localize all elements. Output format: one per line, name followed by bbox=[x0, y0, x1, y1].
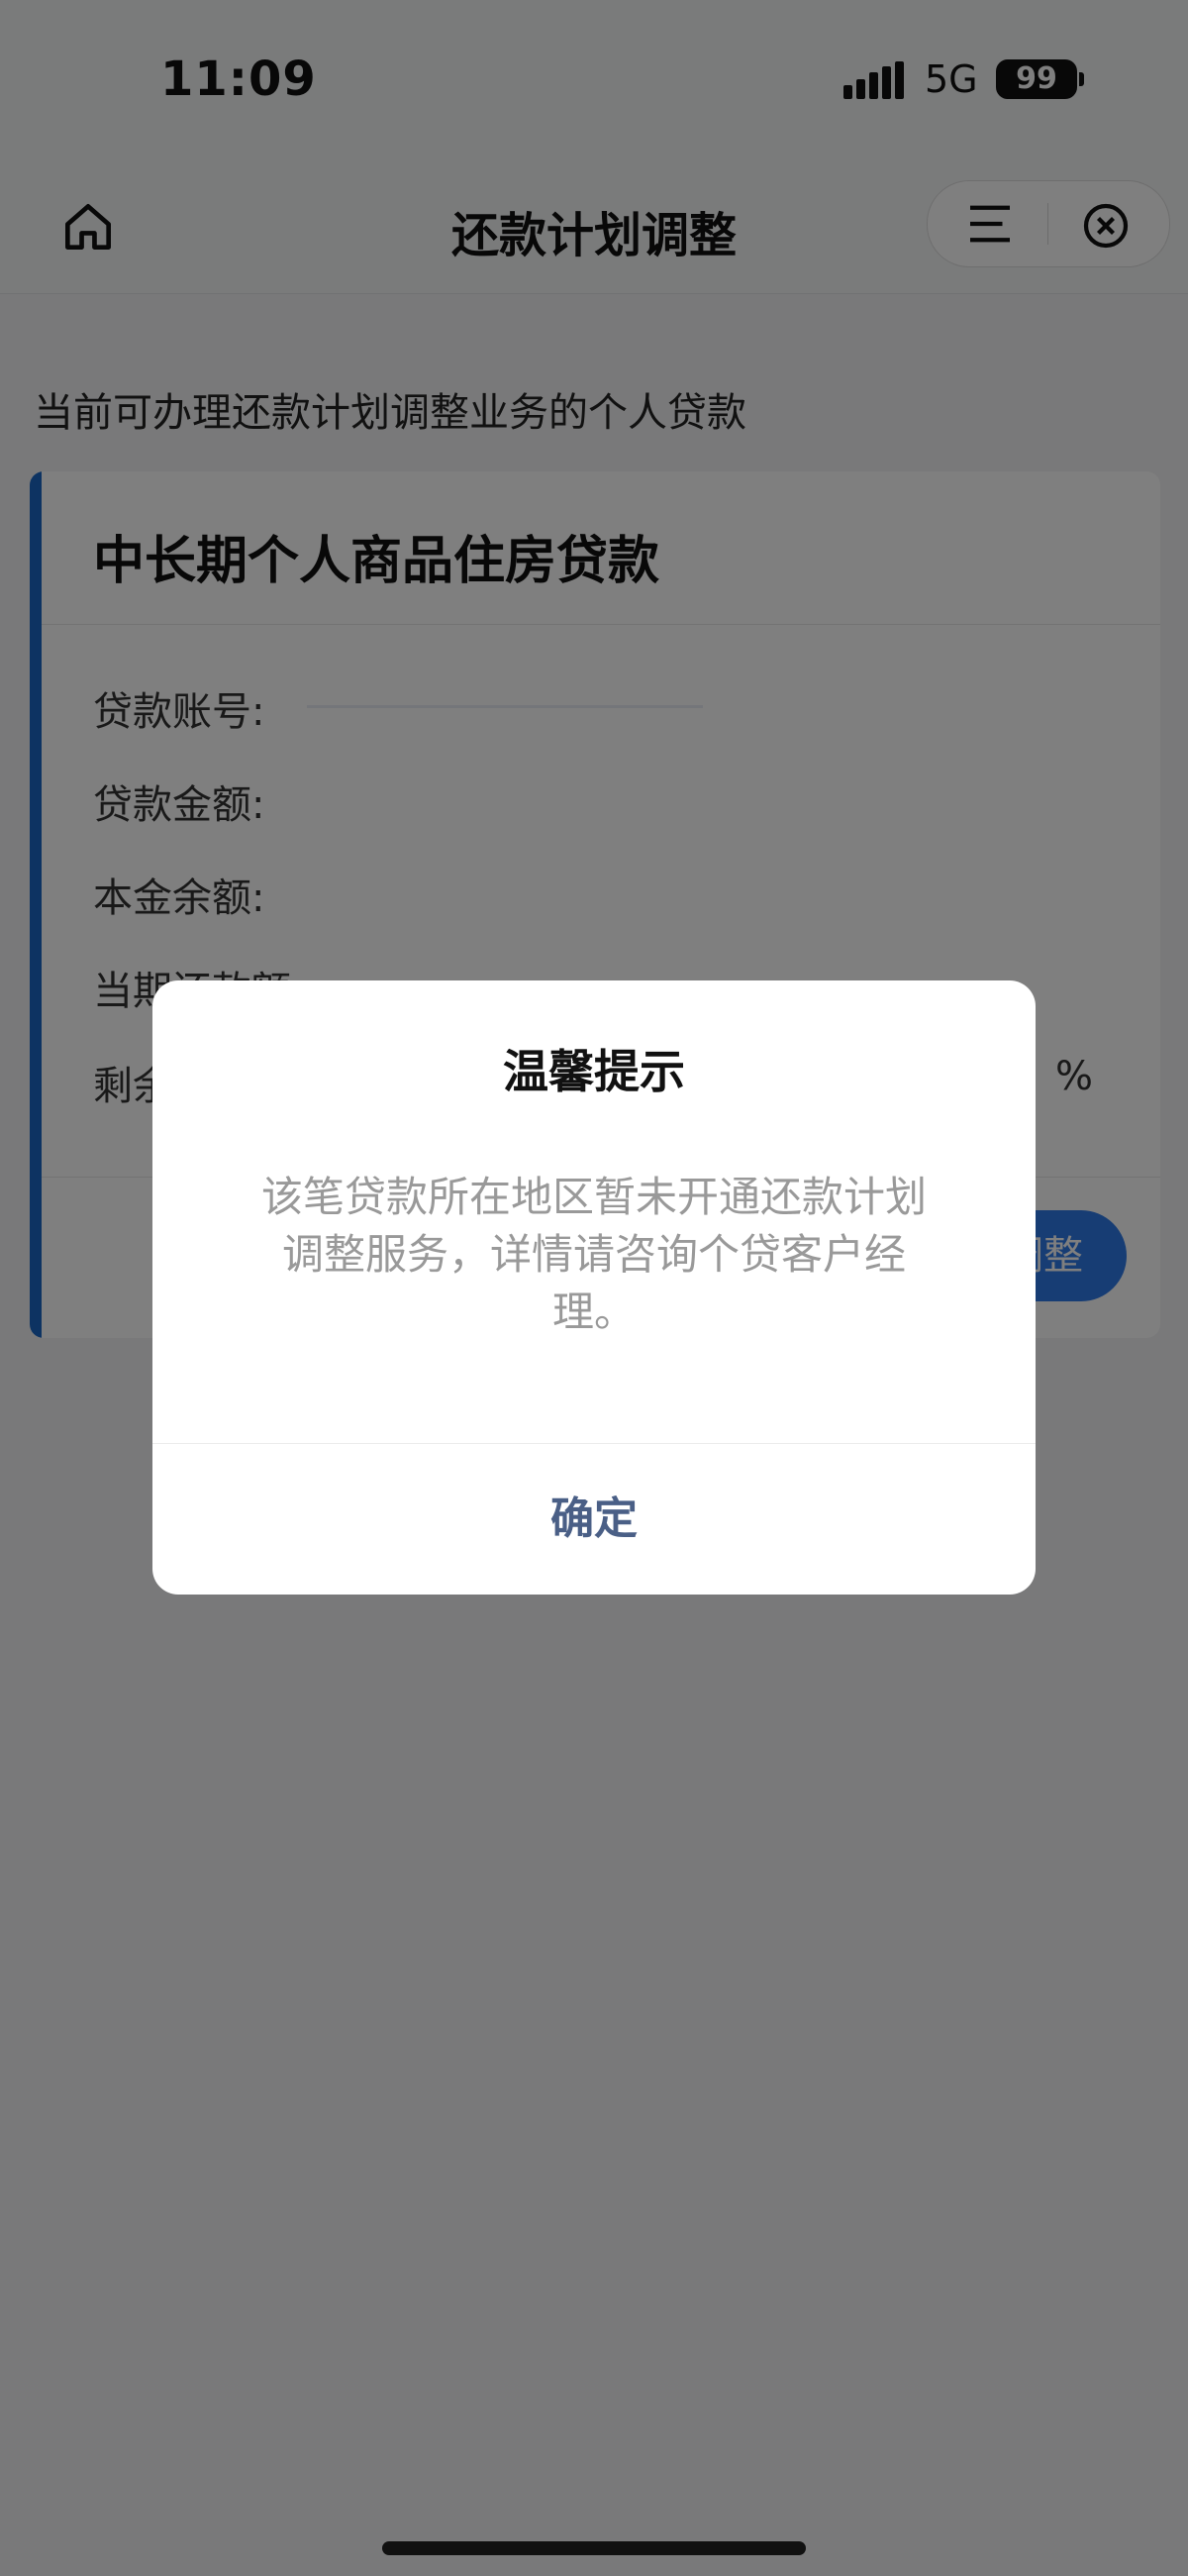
alert-dialog: 温馨提示 该笔贷款所在地区暂未开通还款计划调整服务，详情请咨询个贷客户经理。 确… bbox=[152, 980, 1036, 1595]
dialog-title: 温馨提示 bbox=[503, 1045, 685, 1098]
home-indicator[interactable] bbox=[382, 2541, 806, 2555]
dialog-message: 该笔贷款所在地区暂未开通还款计划调整服务，详情请咨询个贷客户经理。 bbox=[260, 1173, 927, 1336]
confirm-button[interactable]: 确定 bbox=[152, 1444, 1036, 1595]
